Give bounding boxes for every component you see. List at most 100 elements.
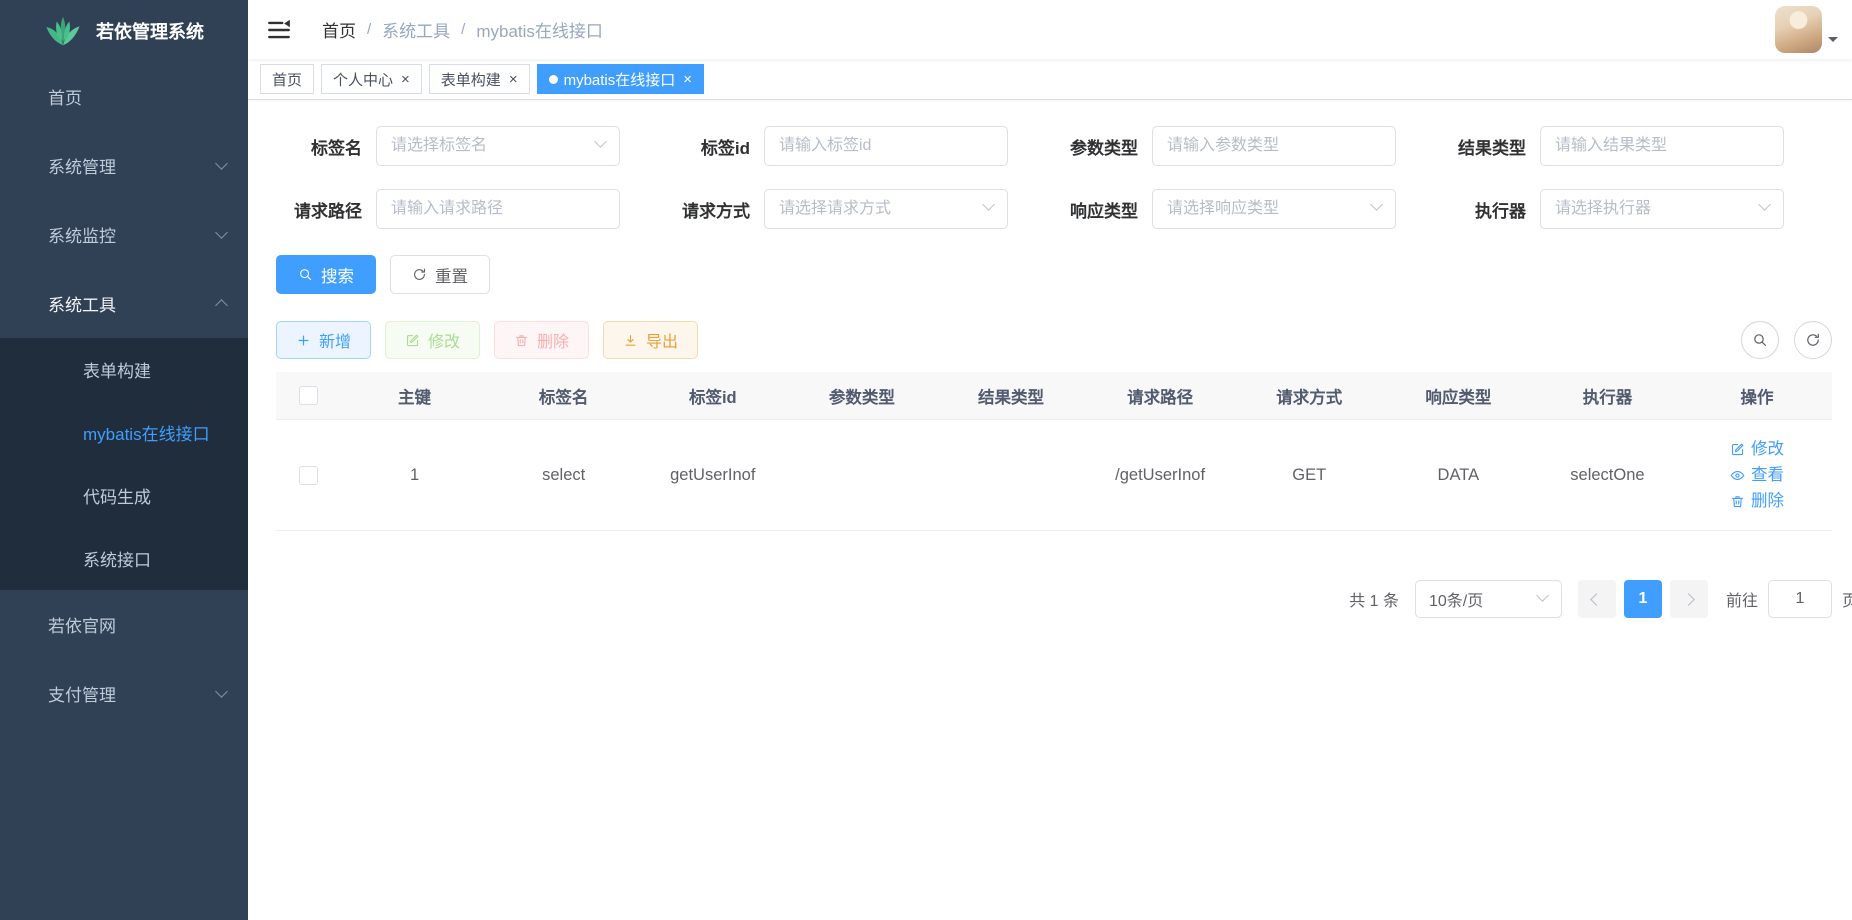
search-form-field: 标签名 [276,126,620,166]
table-header-cell: 标签id [638,372,787,420]
sidebar-menu-bottom: 若依官网 ¥ 支付管理 [0,590,248,728]
sidebar-item[interactable]: 首页 [0,62,248,131]
search-buttons: 搜索 重置 [276,255,1832,294]
sidebar-item[interactable]: 系统管理 [0,131,248,200]
hide-search-button[interactable] [1741,321,1779,359]
table-toolbar: 新增 修改 删除 [276,321,1832,359]
tab[interactable]: 首页 [260,64,314,94]
prev-page-button[interactable] [1578,580,1616,618]
magnifier-icon [298,267,313,282]
search-button[interactable]: 搜索 [276,255,376,294]
row-checkbox[interactable] [299,466,318,485]
logo-leaf-icon [44,12,82,50]
sidebar-subitem[interactable]: 表单构建 [0,338,248,401]
tab-close-icon[interactable]: × [683,72,692,87]
header-checkbox-cell [276,372,340,420]
sidebar-item[interactable]: ¥ 支付管理 [0,659,248,728]
tab-active-dot [549,75,558,84]
table-cell: select [489,420,638,531]
breadcrumb-item[interactable]: 首页 [322,17,356,42]
table-header-cell: 结果类型 [936,372,1085,420]
sidebar-subitem[interactable]: mybatis在线接口 [0,401,248,464]
field-input[interactable] [376,189,620,229]
select-all-checkbox[interactable] [299,386,318,405]
breadcrumb-item[interactable]: mybatis在线接口 [476,17,603,42]
trash-icon [1730,494,1745,509]
page-unit-label: 页 [1842,587,1852,611]
table-header-cell: 参数类型 [787,372,936,420]
field-label: 标签名 [276,134,362,159]
toolbar-button[interactable]: 修改 [385,321,480,359]
chevron-down-icon [1536,589,1549,602]
sidebar-subitem[interactable]: 系统接口 [0,527,248,590]
field-input[interactable] [1152,126,1396,166]
search-form-row-1: 标签名 标签id [276,126,1832,166]
current-page-button[interactable]: 1 [1624,580,1662,618]
refresh-table-button[interactable] [1794,321,1832,359]
breadcrumb-separator: / [461,21,465,38]
sidebar-item[interactable]: 系统监控 [0,200,248,269]
action-edit-link[interactable]: 修改 [1682,436,1832,462]
field-input[interactable] [376,126,620,166]
search-form-field: 标签id [664,126,1008,166]
pager: 1 [1578,580,1708,618]
page-size-select[interactable]: 10条/页 [1415,580,1562,618]
avatar[interactable] [1775,6,1822,53]
toolbar-button[interactable]: 删除 [494,321,589,359]
table-header-cell: 请求路径 [1086,372,1235,420]
sidebar-logo[interactable]: 若依管理系统 [0,0,248,62]
trash-icon [514,333,529,348]
tab[interactable]: 个人中心 × [321,64,422,94]
hamburger-fold-icon[interactable] [266,17,292,43]
field-label: 执行器 [1440,197,1526,222]
table-header-cell: 主键 [340,372,489,420]
tab[interactable]: 表单构建 × [429,64,530,94]
action-delete-link[interactable]: 删除 [1682,488,1832,514]
table-tool-icons [1741,321,1832,359]
sidebar-menu: 首页 系统管理 系统监控 系统工具 [0,62,248,338]
toolbar-button[interactable]: 导出 [603,321,698,359]
goto-label: 前往 [1726,587,1758,611]
breadcrumb-item[interactable]: 系统工具 [382,17,450,42]
field-label: 结果类型 [1440,134,1526,159]
field-input[interactable] [764,189,1008,229]
main-area: 首页 / 系统工具 / mybatis在线接口 ? [248,0,1852,920]
edit-icon [1730,442,1745,457]
next-page-button[interactable] [1670,580,1708,618]
toolbar-button[interactable]: 新增 [276,321,371,359]
breadcrumb: 首页 / 系统工具 / mybatis在线接口 [322,17,603,42]
pagination: 共 1 条 10条/页 1 前往 页 [276,580,1852,618]
field-input[interactable] [764,126,1008,166]
search-form-field: 结果类型 [1440,126,1784,166]
chevron-icon [215,685,228,698]
table-cell: selectOne [1533,420,1682,531]
download-icon [623,333,638,348]
tab-close-icon[interactable]: × [401,72,410,87]
sidebar-item[interactable]: 系统工具 [0,269,248,338]
pagination-total: 共 1 条 [1349,587,1399,611]
app-title: 若依管理系统 [96,18,204,44]
field-input[interactable] [1152,189,1396,229]
chevron-icon [215,226,228,239]
field-input[interactable] [1540,189,1784,229]
user-menu[interactable] [1775,6,1838,53]
reset-button[interactable]: 重置 [390,255,490,294]
field-label: 标签id [664,134,750,159]
edit-icon [405,333,420,348]
field-label: 响应类型 [1052,197,1138,222]
breadcrumb-separator: / [367,21,371,38]
field-input[interactable] [1540,126,1784,166]
field-label: 请求方式 [664,197,750,222]
action-view-link[interactable]: 查看 [1682,462,1832,488]
sidebar-subitem[interactable]: 代码生成 [0,464,248,527]
tab-close-icon[interactable]: × [509,72,518,87]
table-header-cell: 执行器 [1533,372,1682,420]
sidebar-item[interactable]: 若依官网 [0,590,248,659]
table-cell: DATA [1384,420,1533,531]
goto-page-input[interactable] [1768,580,1832,618]
data-table: 主键 标签名 标签id 参数类型 结果类型 请求路径 请求方式 [276,372,1832,531]
tab[interactable]: mybatis在线接口 × [537,64,704,94]
table-cell [936,420,1085,531]
table-header-cell: 标签名 [489,372,638,420]
table-cell [787,420,936,531]
